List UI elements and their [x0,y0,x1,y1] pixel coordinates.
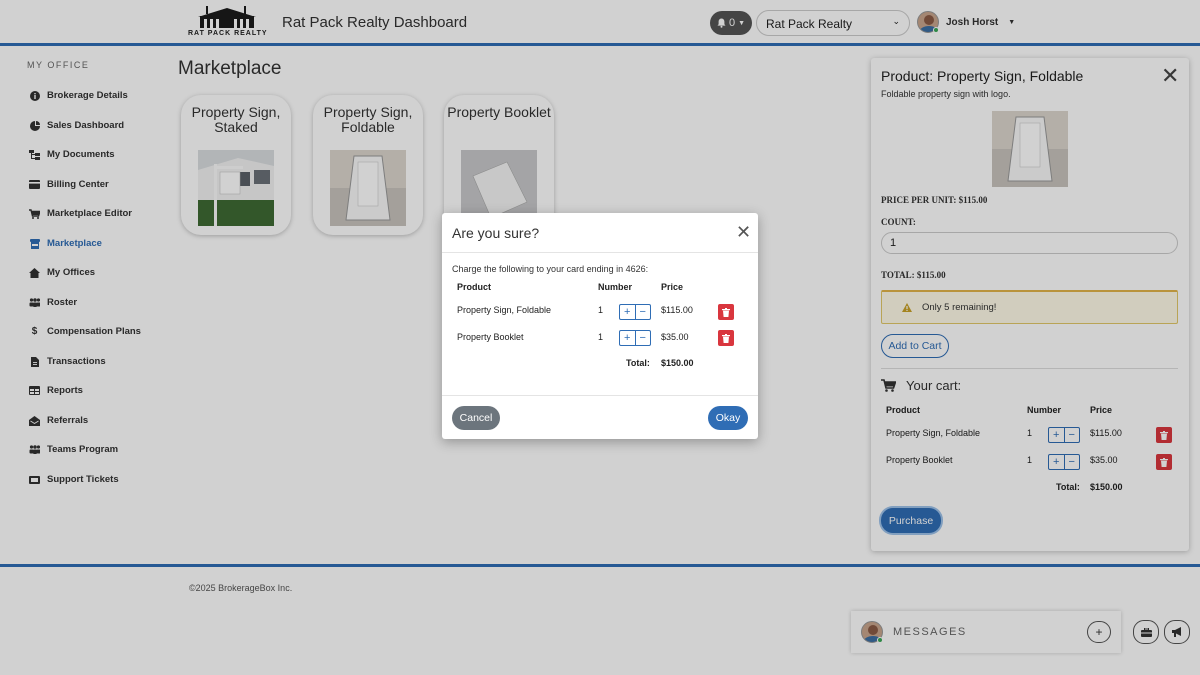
modal-col-product: Product [457,282,492,292]
cancel-button[interactable]: Cancel [452,406,500,430]
modal-row-number: 1 [598,305,604,315]
modal-total-value: $150.00 [661,358,694,368]
modal-row-product: Property Sign, Foldable [457,305,552,315]
modal-row-number: 1 [598,332,604,342]
trash-icon [722,333,730,343]
minus-icon[interactable]: − [636,305,651,319]
trash-icon [722,307,730,317]
divider [442,252,758,253]
quantity-stepper[interactable]: + − [619,304,651,320]
okay-button[interactable]: Okay [708,406,748,430]
plus-icon[interactable]: + [620,331,636,345]
app-root: RAT PACK REALTY Rat Pack Realty Dashboar… [0,0,1200,675]
delete-item-button[interactable] [718,330,734,346]
modal-col-price: Price [661,282,684,292]
modal-row-price: $35.00 [661,332,689,342]
modal-row-price: $115.00 [661,305,693,315]
modal-col-number: Number [598,282,633,292]
quantity-stepper[interactable]: + − [619,330,651,346]
modal-total-label: Total: [626,358,650,368]
modal-row-product: Property Booklet [457,332,524,342]
close-icon[interactable]: ✕ [736,222,751,243]
minus-icon[interactable]: − [636,331,651,345]
modal-message: Charge the following to your card ending… [452,264,649,274]
plus-icon[interactable]: + [620,305,636,319]
confirm-purchase-modal: Are you sure? ✕ Charge the following to … [442,213,758,439]
delete-item-button[interactable] [718,304,734,320]
divider [442,395,758,396]
modal-title: Are you sure? [452,225,540,241]
